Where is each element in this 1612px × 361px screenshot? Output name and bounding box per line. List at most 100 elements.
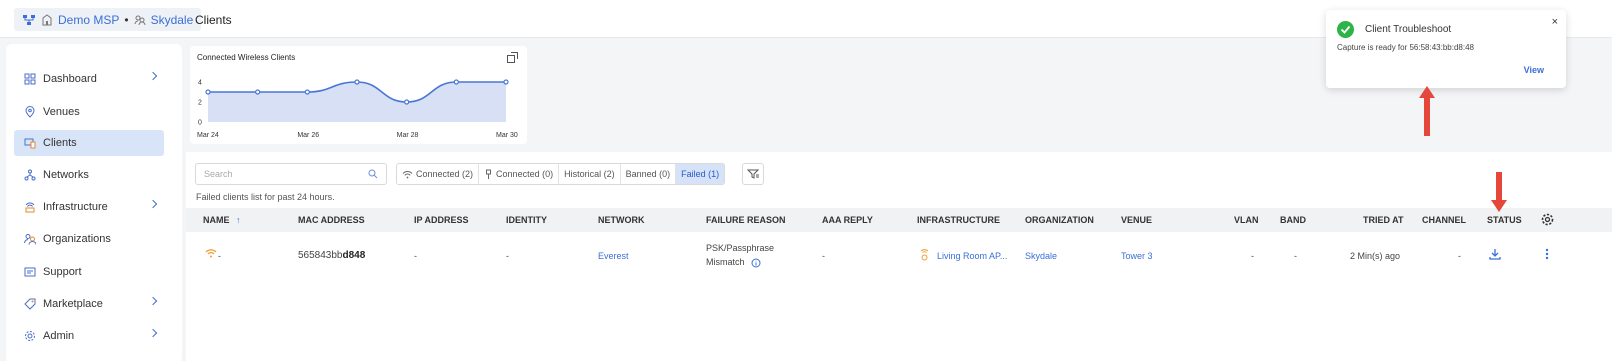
area-chart: 0 2 4 Mar 24 Mar 26 Mar 28 Mar 30: [197, 79, 518, 139]
download-icon[interactable]: [1489, 248, 1501, 260]
sidebar-item-clients[interactable]: Clients: [14, 130, 164, 156]
column-header-ip-address[interactable]: IP ADDRESS: [414, 215, 469, 225]
cell-network-link[interactable]: Everest: [598, 251, 629, 261]
devices-icon: [24, 138, 36, 149]
info-icon[interactable]: [751, 258, 761, 268]
filter-tab-2[interactable]: Historical (2): [559, 164, 621, 184]
annotation-arrow-down: [1491, 172, 1507, 212]
filter-tab-label: Historical (2): [564, 169, 615, 179]
cell-failure-reason-line2: Mismatch: [706, 257, 745, 267]
cell-mac-prefix: 565843bb: [298, 250, 343, 261]
clients-table-panel: Search Connected (2) Connected (0) Histori…: [186, 152, 1612, 361]
search-icon[interactable]: [368, 169, 378, 179]
org-users-icon: [24, 234, 36, 245]
filter-tab-0[interactable]: Connected (2): [397, 164, 480, 184]
sidebar-item-marketplace[interactable]: Marketplace: [14, 291, 164, 317]
success-check-icon: [1337, 21, 1354, 38]
column-header-identity[interactable]: IDENTITY: [506, 215, 547, 225]
access-point-icon: [920, 249, 929, 261]
sidebar-item-dashboard[interactable]: Dashboard: [14, 66, 164, 92]
sidebar-item-support[interactable]: Support: [14, 259, 164, 285]
filter-tab-4[interactable]: Failed (1): [676, 164, 725, 184]
table-row[interactable]: - 565843bbd848 - - Everest PSK/Passphras…: [186, 232, 1612, 277]
client-filter-tabs: Connected (2) Connected (0) Historical (2)…: [396, 163, 726, 185]
breadcrumb-org[interactable]: Skydale: [151, 13, 194, 27]
column-header-venue[interactable]: VENUE: [1121, 215, 1152, 225]
search-input[interactable]: Search: [195, 163, 387, 185]
sidebar-item-networks[interactable]: Networks: [14, 162, 164, 188]
filter-tab-label: Banned (0): [625, 169, 671, 179]
cell-infrastructure-link[interactable]: Living Room AP...: [937, 251, 1007, 261]
column-header-status[interactable]: STATUS: [1487, 215, 1522, 225]
chart-x-tick-label: Mar 28: [397, 132, 419, 139]
toast-title: Client Troubleshoot: [1365, 24, 1452, 35]
chevron-right-icon[interactable]: [148, 328, 158, 338]
column-header-band[interactable]: BAND: [1280, 215, 1306, 225]
filter-tab-1[interactable]: Connected (0): [479, 164, 560, 184]
column-header-infrastructure[interactable]: INFRASTRUCTURE: [917, 215, 1000, 225]
close-icon[interactable]: ×: [1552, 16, 1558, 28]
toast-view-link[interactable]: View: [1524, 65, 1544, 75]
column-header-channel[interactable]: CHANNEL: [1422, 215, 1466, 225]
column-header-name[interactable]: NAME: [203, 215, 230, 225]
chart-point[interactable]: [304, 89, 310, 95]
gear-icon: [25, 331, 35, 341]
sidebar-item-admin[interactable]: Admin: [14, 323, 164, 349]
sidebar-item-label: Support: [43, 266, 82, 278]
sort-arrow-icon[interactable]: ↑: [236, 215, 241, 225]
chevron-right-icon[interactable]: [148, 199, 158, 209]
failed-clients-subtitle: Failed clients list for past 24 hours.: [196, 192, 335, 202]
column-settings-gear-icon[interactable]: [1541, 213, 1554, 226]
column-header-network[interactable]: NETWORK: [598, 215, 645, 225]
cell-ip: -: [414, 251, 417, 261]
cable-icon: [486, 169, 492, 179]
column-header-tried-at[interactable]: TRIED AT: [1363, 215, 1404, 225]
org-users-icon: [134, 15, 146, 25]
chart-point[interactable]: [255, 89, 261, 95]
column-header-organization[interactable]: ORGANIZATION: [1025, 215, 1094, 225]
column-header-failure-reason[interactable]: FAILURE REASON: [706, 215, 786, 225]
sidebar-item-organizations[interactable]: Organizations: [14, 226, 164, 252]
wifi-icon: [402, 170, 413, 178]
chart-point[interactable]: [453, 79, 459, 85]
cell-name: -: [218, 251, 221, 261]
filter-tab-3[interactable]: Banned (0): [620, 164, 677, 184]
sidebar-item-label: Organizations: [43, 233, 111, 245]
cell-organization-link[interactable]: Skydale: [1025, 251, 1057, 261]
column-header-vlan[interactable]: VLAN: [1234, 215, 1259, 225]
toast-notification: Client Troubleshoot × Capture is ready f…: [1326, 10, 1566, 88]
cell-failure-reason-line1: PSK/Passphrase: [706, 243, 775, 253]
chart-point[interactable]: [404, 99, 410, 105]
column-header-mac-address[interactable]: MAC ADDRESS: [298, 215, 365, 225]
sidebar-item-label: Clients: [43, 137, 77, 149]
chart-y-tick-label: 0: [198, 120, 202, 127]
breadcrumb[interactable]: Demo MSP • Skydale: [14, 8, 202, 31]
sidebar-item-venues[interactable]: Venues: [14, 99, 164, 125]
chart-x-tick-label: Mar 30: [496, 132, 518, 139]
cell-band: -: [1294, 251, 1297, 261]
chart-point[interactable]: [205, 89, 211, 95]
cell-venue-link[interactable]: Tower 3: [1121, 251, 1153, 261]
chart-x-tick-label: Mar 26: [297, 132, 319, 139]
chart-y-tick-label: 4: [198, 80, 202, 87]
more-options-icon[interactable]: [1545, 248, 1549, 260]
hierarchy-icon: [23, 14, 35, 25]
chart-point[interactable]: [503, 79, 509, 85]
chart-x-tick-label: Mar 24: [197, 132, 219, 139]
cell-mac-suffix: d848: [342, 250, 366, 261]
sidebar-item-label: Venues: [43, 106, 80, 118]
sidebar-item-infrastructure[interactable]: Infrastructure: [14, 194, 164, 220]
annotation-arrow-up: [1419, 86, 1435, 136]
chart-point[interactable]: [354, 79, 360, 85]
filter-icon[interactable]: [742, 163, 764, 185]
sidebar-item-label: Admin: [43, 330, 75, 342]
breadcrumb-msp[interactable]: Demo MSP: [58, 13, 119, 27]
breadcrumb-separator: •: [124, 12, 129, 27]
chevron-right-icon[interactable]: [148, 296, 158, 306]
sidebar-item-label: Marketplace: [43, 298, 103, 310]
cell-channel: -: [1458, 251, 1461, 261]
column-header-aaa-reply[interactable]: AAA REPLY: [822, 215, 873, 225]
support-card-icon: [24, 267, 36, 277]
chevron-right-icon[interactable]: [148, 71, 158, 81]
table-header: NAME MAC ADDRESS IP ADDRESS IDENTITY NETWORK…: [186, 208, 1612, 232]
